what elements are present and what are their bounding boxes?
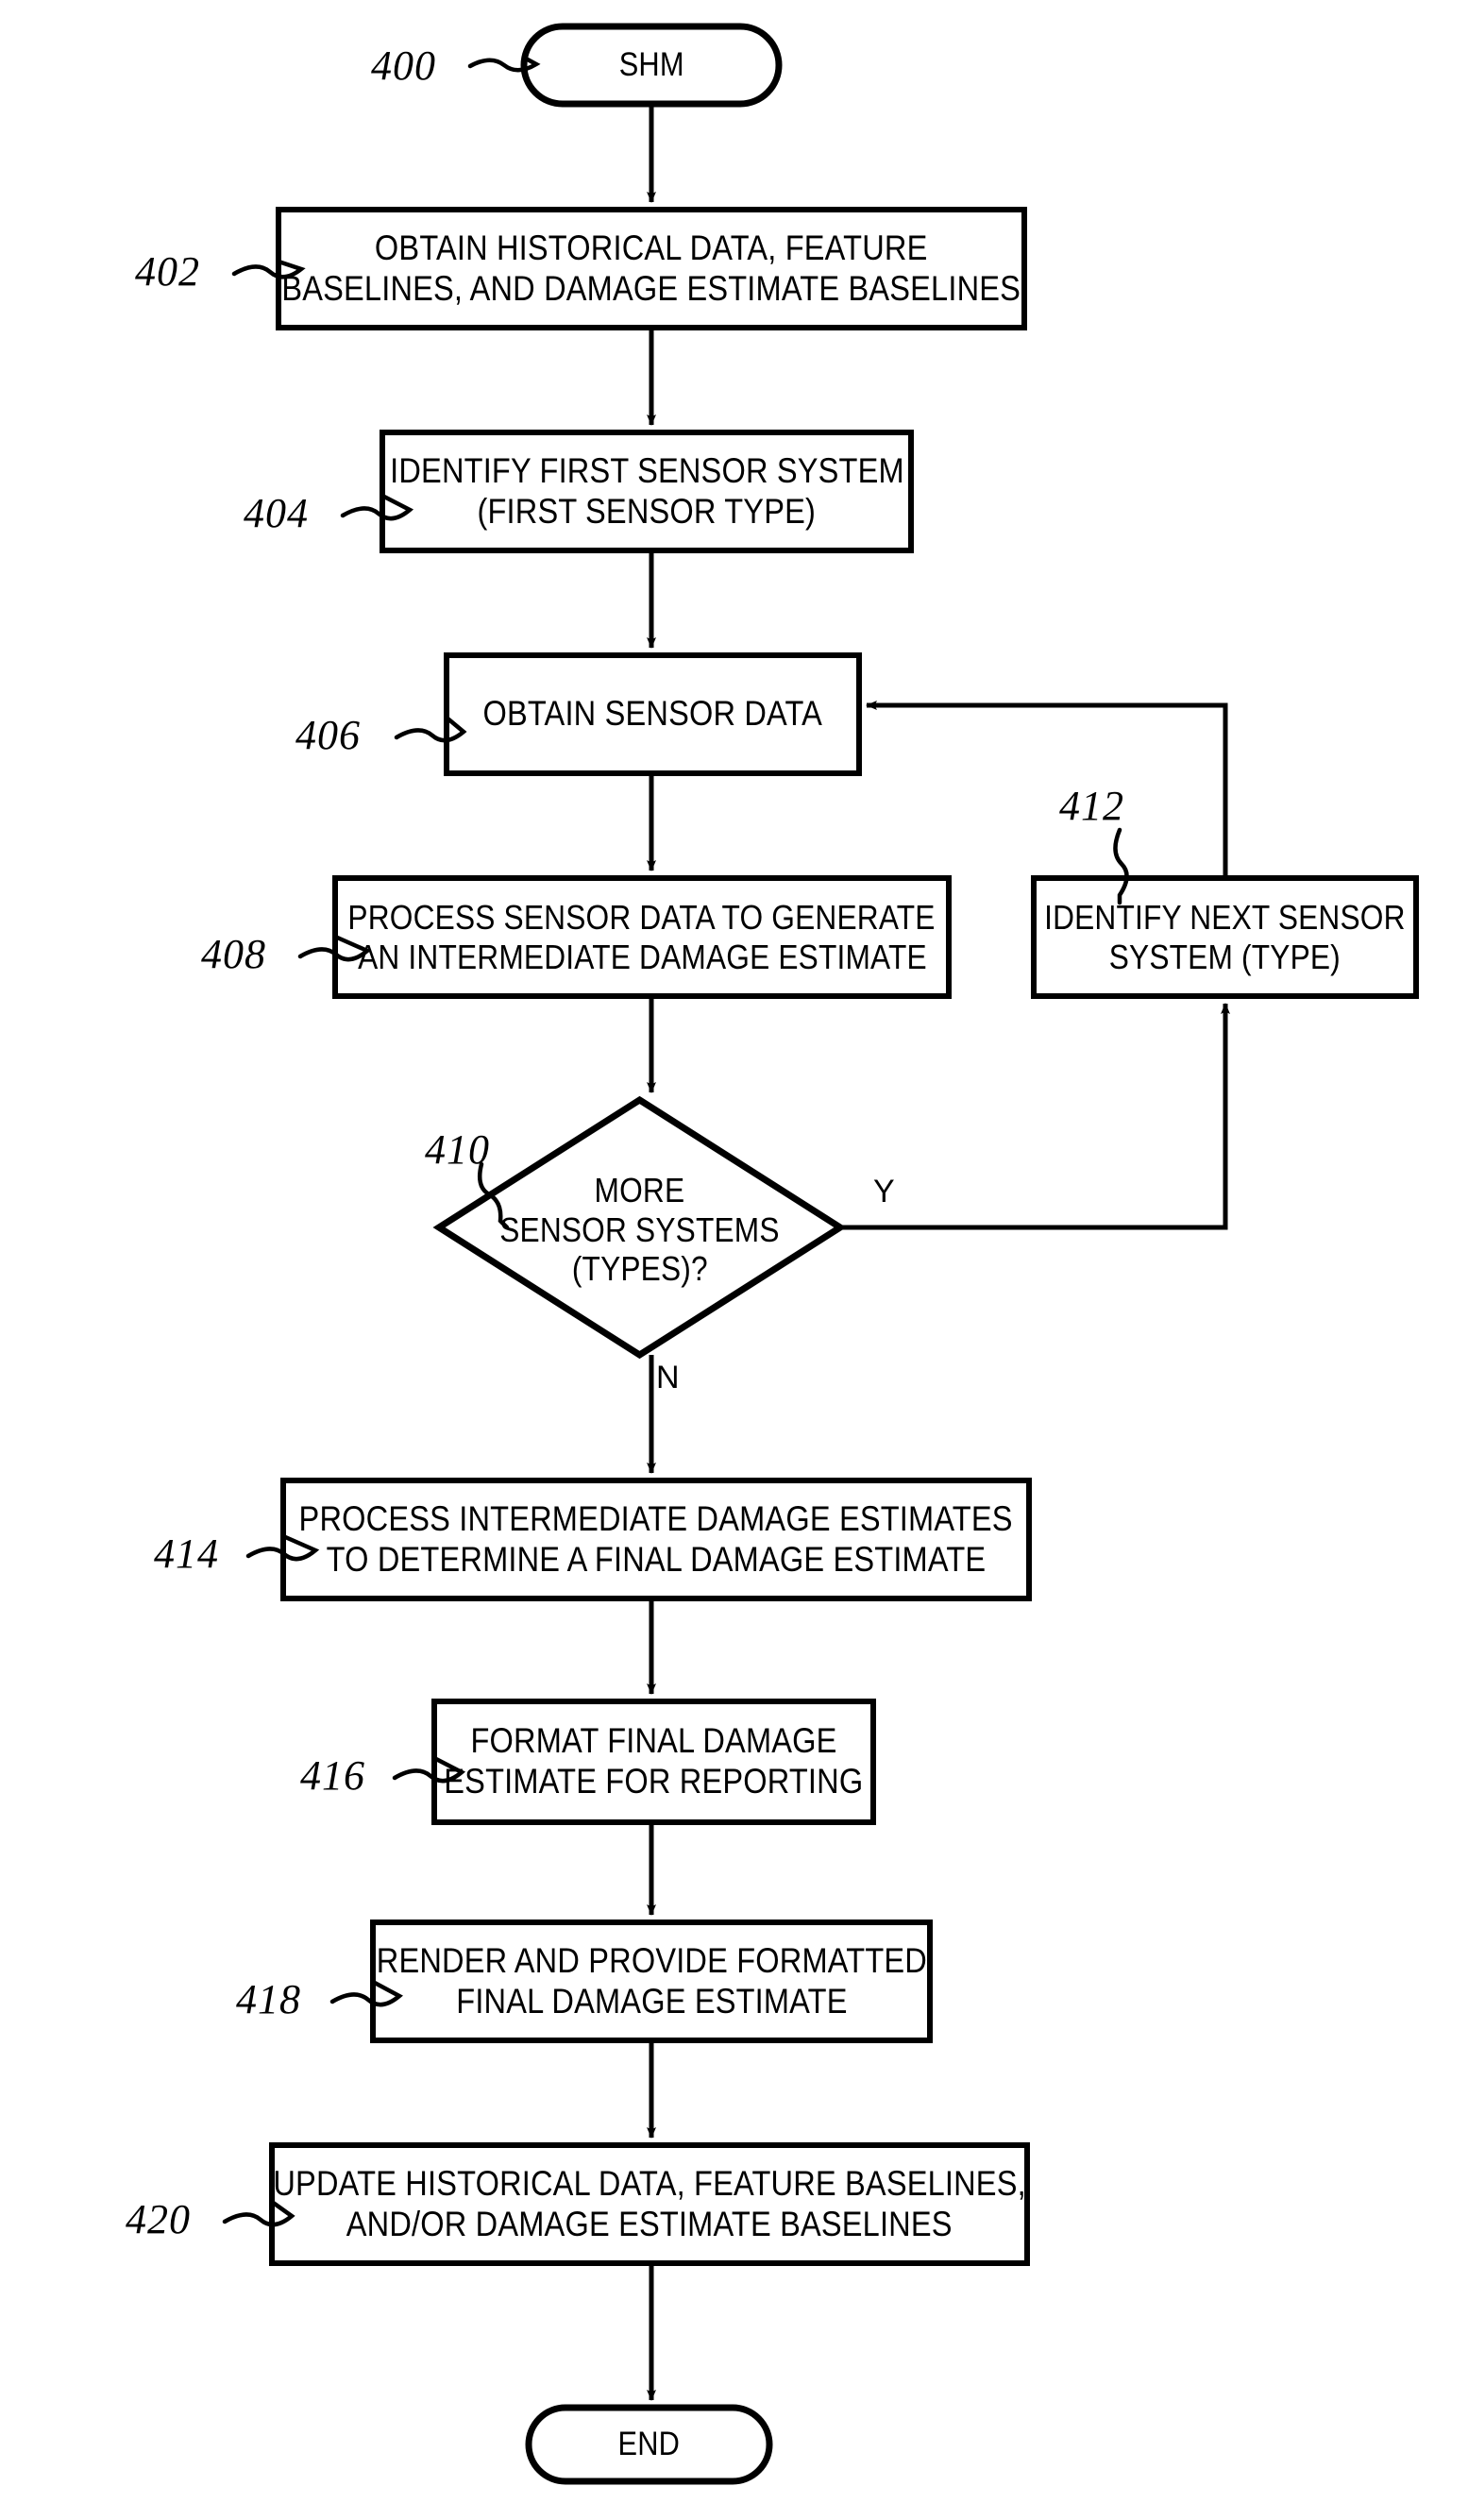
node-shape-404: [380, 430, 914, 553]
flowchart-graphics: [222, 23, 1419, 2485]
flowchart-canvas: SHM OBTAIN HISTORICAL DATA, FEATURE BASE…: [0, 0, 1468, 2520]
node-shape-414: [280, 1478, 1032, 1601]
node-shape-406: [444, 652, 862, 776]
node-shape-shm: [520, 23, 783, 108]
node-shape-420: [269, 2142, 1030, 2266]
node-shape-412: [1031, 875, 1419, 999]
node-shape-418: [370, 1920, 933, 2043]
node-shape-408: [332, 875, 952, 999]
node-shape-416: [431, 1699, 876, 1825]
node-shape-end: [525, 2404, 773, 2485]
node-shape-410: [432, 1095, 847, 1360]
node-shape-402: [276, 207, 1027, 330]
edge-412-406-loop: [866, 701, 1228, 878]
edge-410-412-yes: [840, 1003, 1230, 1230]
